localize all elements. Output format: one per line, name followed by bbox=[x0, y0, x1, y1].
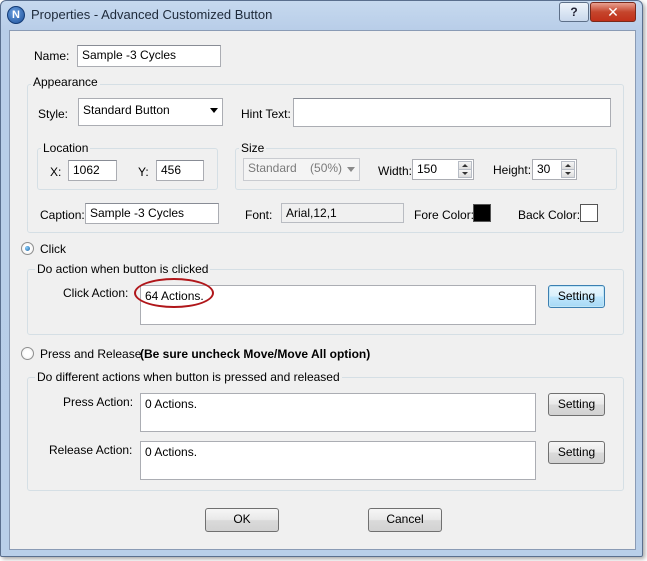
dialog-client-area: Name: Sample -3 Cycles Appearance Style:… bbox=[9, 30, 636, 550]
annotation-highlight-ring bbox=[134, 278, 214, 308]
appearance-group-title: Appearance bbox=[31, 75, 100, 89]
location-y-input[interactable]: 456 bbox=[156, 160, 204, 181]
click-action-setting-button[interactable]: Setting bbox=[548, 285, 605, 308]
release-action-label: Release Action: bbox=[49, 443, 133, 457]
height-spin-buttons[interactable] bbox=[561, 161, 575, 178]
font-field[interactable]: Arial,12,1 bbox=[281, 203, 404, 223]
height-label: Height: bbox=[493, 163, 532, 177]
click-action-group-title: Do action when button is clicked bbox=[35, 262, 211, 276]
height-value: 30 bbox=[537, 162, 551, 176]
click-action-label: Click Action: bbox=[63, 286, 129, 300]
ok-button[interactable]: OK bbox=[205, 508, 279, 532]
width-value: 150 bbox=[417, 162, 438, 176]
chevron-down-icon bbox=[210, 108, 218, 113]
release-action-setting-button[interactable]: Setting bbox=[548, 441, 605, 464]
fore-color-swatch[interactable] bbox=[473, 204, 491, 222]
location-group-title: Location bbox=[41, 141, 91, 155]
click-radio-label[interactable]: Click bbox=[40, 242, 66, 256]
chevron-down-icon bbox=[347, 167, 355, 172]
location-y-label: Y: bbox=[138, 165, 149, 179]
size-group-title: Size bbox=[239, 141, 267, 155]
properties-dialog: N Properties - Advanced Customized Butto… bbox=[0, 0, 643, 557]
press-release-note: (Be sure uncheck Move/Move All option) bbox=[140, 347, 371, 361]
size-preset-value: Standard (50%) bbox=[248, 161, 343, 175]
style-label: Style: bbox=[38, 107, 69, 121]
window-title: Properties - Advanced Customized Button bbox=[31, 7, 273, 22]
app-logo-icon: N bbox=[7, 6, 25, 24]
press-action-label: Press Action: bbox=[63, 395, 134, 409]
style-select-value: Standard Button bbox=[83, 103, 170, 117]
style-select[interactable]: Standard Button bbox=[78, 98, 223, 126]
width-label: Width: bbox=[378, 164, 413, 178]
size-preset-select: Standard (50%) bbox=[243, 158, 360, 181]
back-color-swatch[interactable] bbox=[580, 204, 598, 222]
help-button[interactable]: ? bbox=[559, 2, 589, 22]
hint-text-input[interactable] bbox=[293, 98, 611, 127]
spin-down-icon[interactable] bbox=[561, 169, 575, 178]
press-action-setting-button[interactable]: Setting bbox=[548, 393, 605, 416]
hint-text-label: Hint Text: bbox=[241, 107, 291, 121]
location-x-input[interactable]: 1062 bbox=[68, 160, 117, 181]
press-release-group-title: Do different actions when button is pres… bbox=[35, 370, 342, 384]
release-action-field[interactable]: 0 Actions. bbox=[140, 441, 536, 480]
name-label: Name: bbox=[34, 49, 70, 63]
cancel-button[interactable]: Cancel bbox=[368, 508, 442, 532]
height-stepper[interactable]: 30 bbox=[532, 159, 577, 180]
spin-down-icon[interactable] bbox=[458, 169, 472, 178]
back-color-label: Back Color: bbox=[518, 208, 581, 222]
close-button[interactable]: ✕ bbox=[590, 2, 636, 22]
press-action-field[interactable]: 0 Actions. bbox=[140, 393, 536, 432]
name-input[interactable]: Sample -3 Cycles bbox=[77, 45, 221, 67]
location-x-label: X: bbox=[50, 165, 62, 179]
press-release-radio-label[interactable]: Press and Release bbox=[40, 347, 141, 361]
title-bar[interactable]: N Properties - Advanced Customized Butto… bbox=[1, 1, 642, 29]
press-release-radio[interactable] bbox=[21, 347, 34, 360]
width-spin-buttons[interactable] bbox=[458, 161, 472, 178]
click-radio[interactable] bbox=[21, 242, 34, 255]
caption-label: Caption: bbox=[40, 208, 85, 222]
width-stepper[interactable]: 150 bbox=[412, 159, 474, 180]
font-label: Font: bbox=[245, 208, 273, 222]
fore-color-label: Fore Color: bbox=[414, 208, 475, 222]
caption-input[interactable]: Sample -3 Cycles bbox=[85, 203, 219, 224]
